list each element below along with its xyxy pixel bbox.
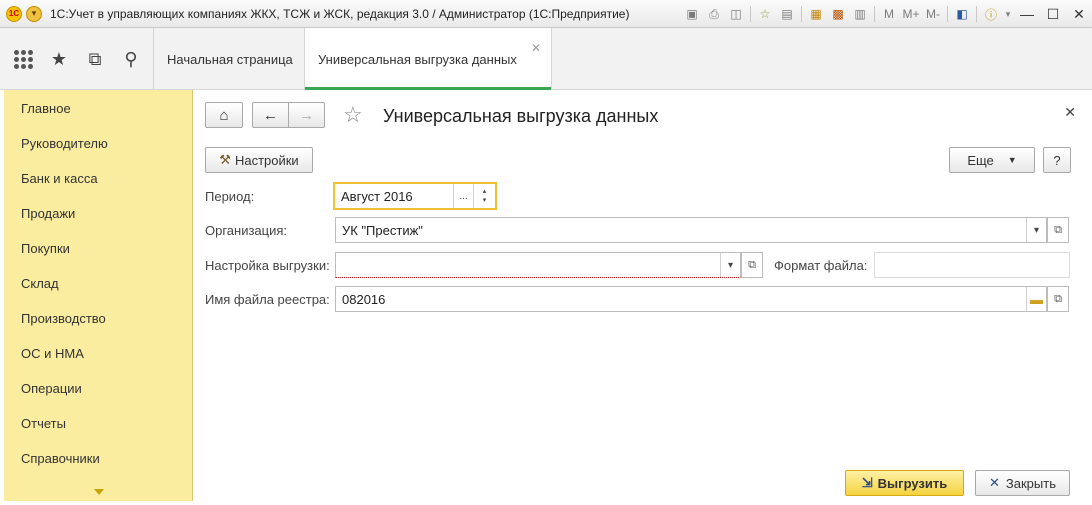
registry-filename-open-icon[interactable]: ⧉ (1047, 286, 1069, 312)
registry-filename-field[interactable]: 082016 ▬ (335, 286, 1047, 312)
tab-label: Универсальная выгрузка данных (318, 51, 517, 67)
toolbar-divider (874, 6, 875, 22)
home-icon: ⌂ (219, 106, 229, 124)
more-button[interactable]: Еще ▼ (949, 147, 1035, 173)
history-icon[interactable]: ⧉ (84, 48, 106, 70)
export-button-label: Выгрузить (877, 475, 948, 491)
folder-icon[interactable]: ▬ (1026, 287, 1046, 311)
maximize-icon[interactable]: ☐ (1040, 4, 1066, 24)
sidebar-item-reports[interactable]: Отчеты (21, 416, 66, 431)
forward-button[interactable]: → (288, 102, 325, 128)
export-button[interactable]: ⇲ Выгрузить (845, 470, 964, 496)
period-value: Август 2016 (341, 188, 413, 204)
main-menu-icon[interactable]: ▾ (26, 5, 42, 22)
window-close-icon[interactable]: ✕ (1066, 4, 1092, 24)
sidebar-item-main[interactable]: Главное (21, 101, 71, 116)
more-button-label: Еще (967, 152, 994, 168)
memory-plus-button[interactable]: M+ (900, 4, 922, 24)
page-title: Универсальная выгрузка данных (383, 106, 659, 126)
export-settings-open-icon[interactable]: ⧉ (741, 252, 763, 278)
organization-label: Организация: (205, 223, 288, 238)
close-icon: ✕ (989, 475, 1000, 490)
organization-field[interactable]: УК "Престиж" ▾ (335, 217, 1047, 243)
calendar-icon[interactable]: ▩ (827, 4, 849, 24)
sidebar-item-sales[interactable]: Продажи (21, 206, 75, 221)
sidebar-item-production[interactable]: Производство (21, 311, 106, 326)
arrow-left-icon: ← (263, 106, 278, 124)
sidebar-item-warehouse[interactable]: Склад (21, 276, 59, 291)
tab-home-page[interactable]: Начальная страница (155, 28, 305, 90)
registry-filename-value: 082016 (342, 291, 386, 307)
export-settings-label: Настройка выгрузки: (205, 258, 330, 273)
info-dropdown-icon[interactable]: ▾ (1002, 4, 1014, 24)
toolbar-divider (801, 6, 802, 22)
history-icon[interactable]: ▤ (776, 4, 798, 24)
sidebar-item-purchases[interactable]: Покупки (21, 241, 70, 256)
file-format-label: Формат файла: (774, 258, 868, 273)
organization-open-icon[interactable]: ⧉ (1047, 217, 1069, 243)
section-icons: ★ ⧉ ⚲ (0, 28, 154, 90)
favorites-star-icon[interactable]: ★ (48, 48, 70, 70)
form-close-icon[interactable]: ✕ (1064, 104, 1076, 121)
calculator-icon[interactable]: ▦ (805, 4, 827, 24)
all-sections-icon[interactable] (12, 48, 34, 70)
info-icon[interactable]: ⓘ (980, 4, 1002, 24)
window-toolbar: ▣ ⎙ ◫ ☆ ▤ ▦ ▩ ▥ M M+ M- ◧ ⓘ ▾ — ☐ ✕ (681, 0, 1092, 28)
sidebar-item-manager[interactable]: Руководителю (21, 136, 108, 151)
period-select-button[interactable]: ... (453, 184, 473, 208)
sidebar-scroll-down-icon[interactable] (94, 489, 104, 495)
search-icon[interactable]: ⚲ (120, 48, 142, 70)
sidebar-item-fixed-assets[interactable]: ОС и НМА (21, 346, 84, 361)
chevron-down-icon: ▼ (1007, 155, 1017, 165)
sidebar-item-references[interactable]: Справочники (21, 451, 100, 466)
memory-minus-button[interactable]: M- (922, 4, 944, 24)
clipboard-icon[interactable]: ▥ (849, 4, 871, 24)
sections-sidebar: Главное Руководителю Банк и касса Продаж… (4, 90, 193, 501)
back-button[interactable]: ← (252, 102, 288, 128)
home-button[interactable]: ⌂ (205, 102, 243, 128)
toolbar-divider (976, 6, 977, 22)
app-logo-icon: 1С (6, 5, 22, 22)
save-icon[interactable]: ▣ (681, 4, 703, 24)
favorite-icon[interactable]: ☆ (754, 4, 776, 24)
toolbar-divider (947, 6, 948, 22)
close-button-label: Закрыть (1005, 475, 1056, 491)
panels-icon[interactable]: ◧ (951, 4, 973, 24)
hammer-icon: ⚒ (219, 152, 231, 167)
export-icon: ⇲ (861, 475, 873, 490)
export-form: ⌂ ← → ☆ Универсальная выгрузка данных ✕ … (193, 90, 1092, 505)
tab-close-icon[interactable]: ✕ (531, 41, 541, 55)
export-settings-field[interactable]: ▾ (335, 252, 741, 278)
period-label: Период: (205, 189, 255, 204)
minimize-icon[interactable]: — (1014, 4, 1040, 24)
window-title: 1С:Учет в управляющих компаниях ЖКХ, ТСЖ… (50, 6, 630, 21)
settings-button-label: Настройки (234, 152, 299, 168)
memory-m-button[interactable]: M (878, 4, 900, 24)
toolbar-divider (750, 6, 751, 22)
arrow-right-icon: → (299, 106, 314, 124)
print-icon[interactable]: ⎙ (703, 4, 725, 24)
preview-icon[interactable]: ◫ (725, 4, 747, 24)
section-bar: ★ ⧉ ⚲ Начальная страница Универсальная в… (0, 28, 1092, 90)
organization-value: УК "Престиж" (342, 222, 423, 238)
settings-button[interactable]: ⚒ Настройки (205, 147, 313, 173)
registry-filename-label: Имя файла реестра: (205, 292, 330, 307)
period-field[interactable]: Август 2016 ... ▴ ▾ (333, 182, 497, 210)
sidebar-item-bank[interactable]: Банк и касса (21, 171, 98, 186)
add-to-favorites-icon[interactable]: ☆ (343, 102, 363, 128)
window-title-bar: 1С ▾ 1С:Учет в управляющих компаниях ЖКХ… (0, 0, 1092, 28)
help-button[interactable]: ? (1043, 147, 1071, 173)
tab-universal-export[interactable]: Универсальная выгрузка данных ✕ (305, 28, 552, 90)
period-stepper[interactable]: ▴ ▾ (473, 184, 495, 208)
close-button[interactable]: ✕ Закрыть (975, 470, 1070, 496)
organization-dropdown-icon[interactable]: ▾ (1026, 218, 1046, 242)
file-format-field (874, 252, 1070, 278)
export-settings-dropdown-icon[interactable]: ▾ (720, 253, 740, 277)
tab-label: Начальная страница (167, 51, 293, 67)
sidebar-item-operations[interactable]: Операции (21, 381, 82, 396)
